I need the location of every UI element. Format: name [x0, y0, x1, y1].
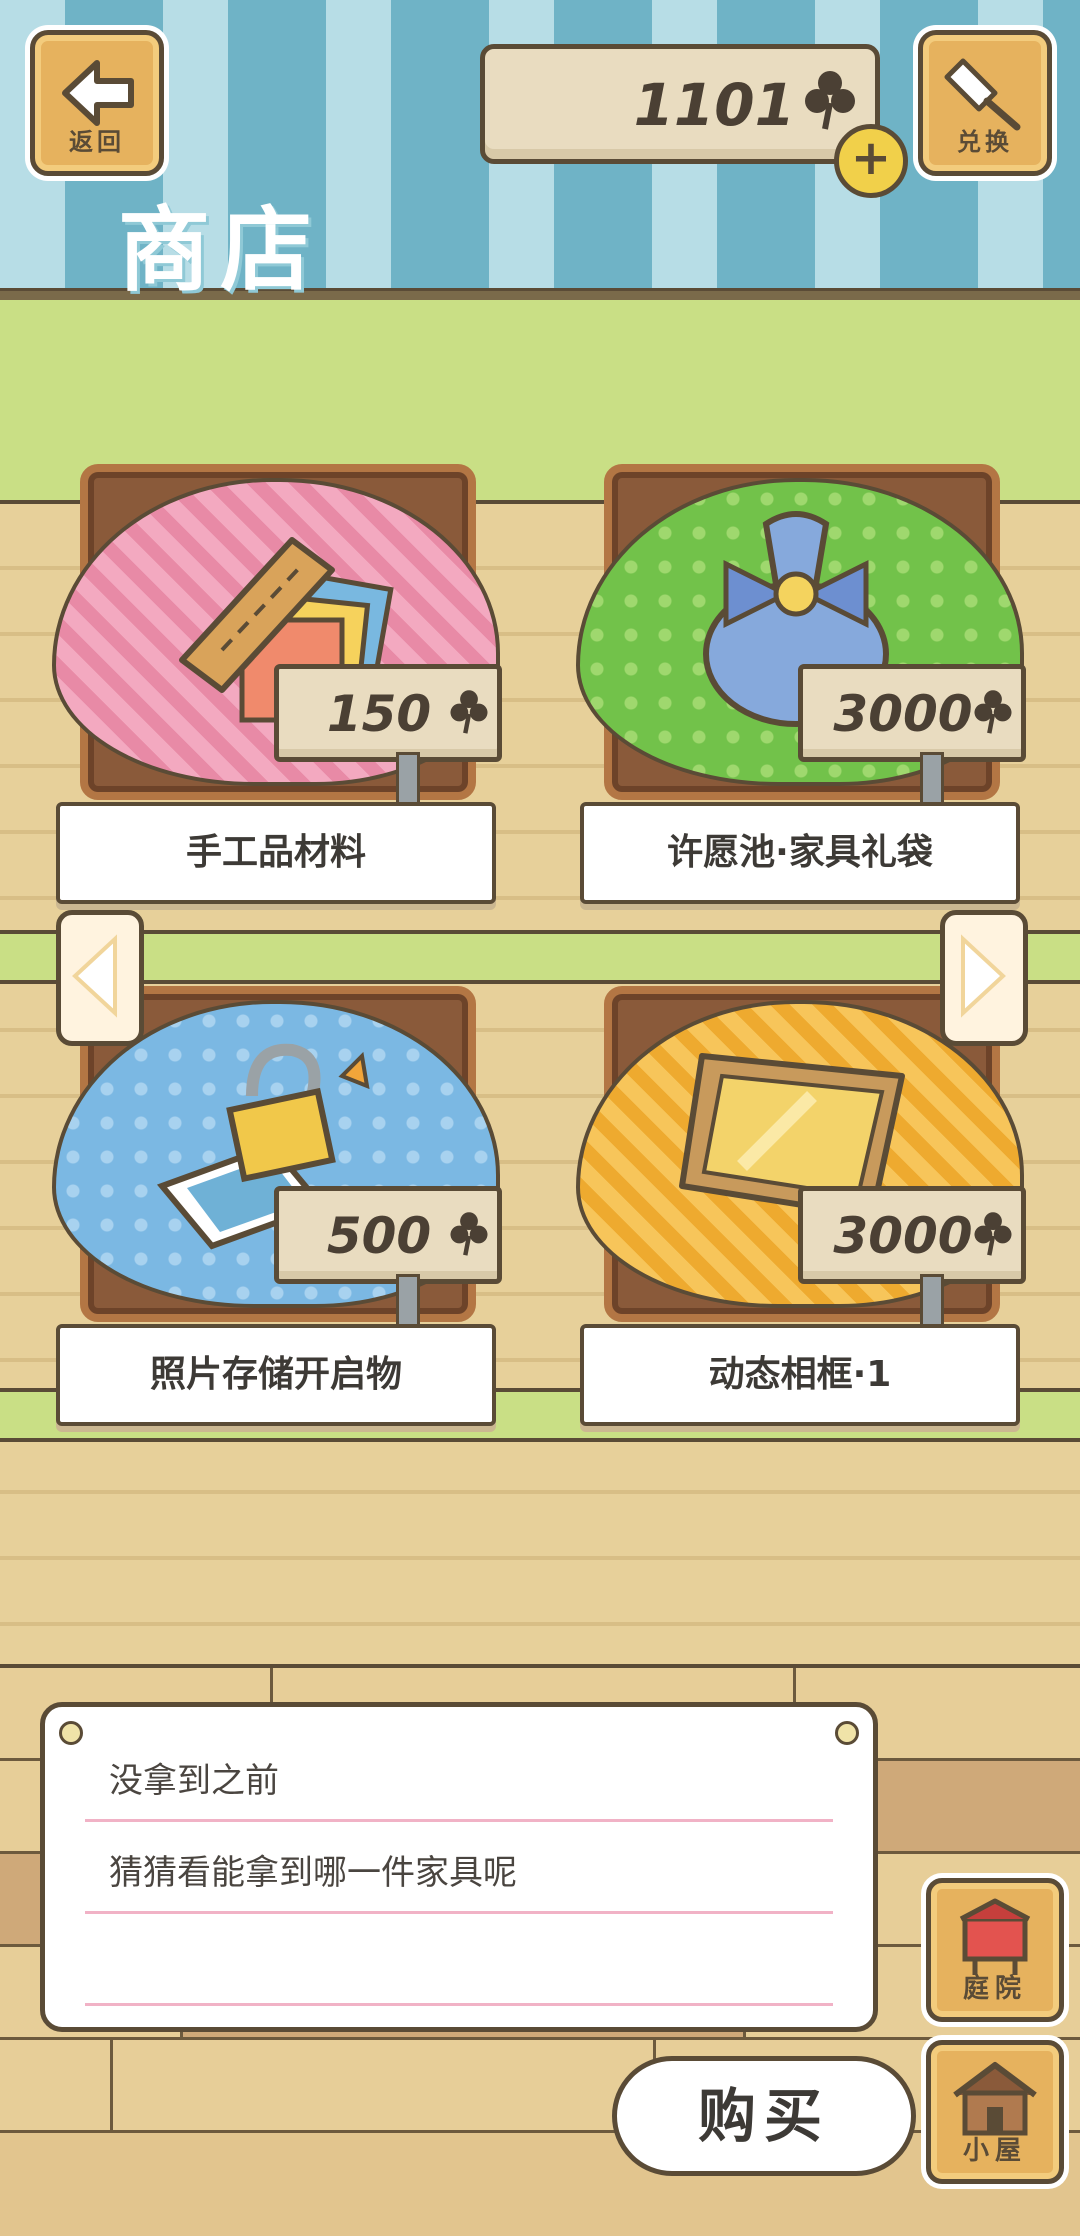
description-line-2: 猜猜看能拿到哪一件家具呢 — [109, 1853, 517, 1893]
back-label: 返回 — [69, 128, 125, 156]
clover-icon — [974, 1212, 1012, 1256]
prev-page-button[interactable] — [56, 910, 144, 1046]
price-tag: 3000 — [798, 664, 1026, 762]
shop-item-craft-materials[interactable]: 150 手工品材料 — [52, 464, 502, 904]
item-description-box: 没拿到之前 猜猜看能拿到哪一件家具呢 — [40, 1702, 878, 2032]
currency-counter: 1101 — [480, 44, 880, 164]
yard-icon — [959, 1898, 1031, 1975]
clover-icon — [450, 1212, 488, 1256]
item-name-card: 手工品材料 — [56, 802, 496, 904]
clover-icon — [450, 690, 488, 734]
house-label: 小屋 — [962, 2136, 1027, 2166]
price-tag: 150 — [274, 664, 502, 762]
item-name: 许愿池·家具礼袋 — [667, 832, 933, 873]
item-name: 手工品材料 — [185, 832, 366, 873]
price-tag: 500 — [274, 1186, 502, 1284]
shop-item-animated-photo-frame[interactable]: 3000 动态相框·1 — [576, 986, 1026, 1426]
shop-item-photo-storage-unlock[interactable]: 500 照片存储开启物 — [52, 986, 502, 1426]
page-title: 商店 — [118, 197, 323, 304]
item-name-card: 许愿池·家具礼袋 — [580, 802, 1020, 904]
exchange-button[interactable]: 兑换 — [918, 30, 1052, 176]
item-name: 动态相框·1 — [708, 1354, 892, 1395]
house-button[interactable]: 小屋 — [926, 2040, 1064, 2184]
add-currency-button[interactable]: + — [834, 124, 908, 198]
item-name-card: 照片存储开启物 — [56, 1324, 496, 1426]
pin — [59, 1721, 83, 1745]
exchange-label: 兑换 — [957, 128, 1013, 156]
clover-icon — [805, 71, 855, 130]
item-name: 照片存储开启物 — [149, 1354, 402, 1395]
yard-label: 庭院 — [962, 1974, 1027, 2004]
buy-button[interactable]: 购买 — [612, 2056, 916, 2176]
item-name-card: 动态相框·1 — [580, 1324, 1020, 1426]
next-page-button[interactable] — [940, 910, 1028, 1046]
description-line-1: 没拿到之前 — [109, 1761, 279, 1801]
left-arrow-icon — [72, 934, 117, 1018]
shop-item-wishing-well-gift-bag[interactable]: 3000 许愿池·家具礼袋 — [576, 464, 1026, 904]
shelf-divider-top — [0, 930, 1080, 984]
pin — [835, 1721, 859, 1745]
price-tag: 3000 — [798, 1186, 1026, 1284]
house-icon — [953, 2062, 1037, 2136]
yard-button[interactable]: 庭院 — [926, 1878, 1064, 2022]
right-arrow-icon — [961, 934, 1006, 1018]
clover-icon — [974, 690, 1012, 734]
currency-amount: 1101 — [633, 71, 795, 139]
back-button[interactable]: 返回 — [30, 30, 164, 176]
